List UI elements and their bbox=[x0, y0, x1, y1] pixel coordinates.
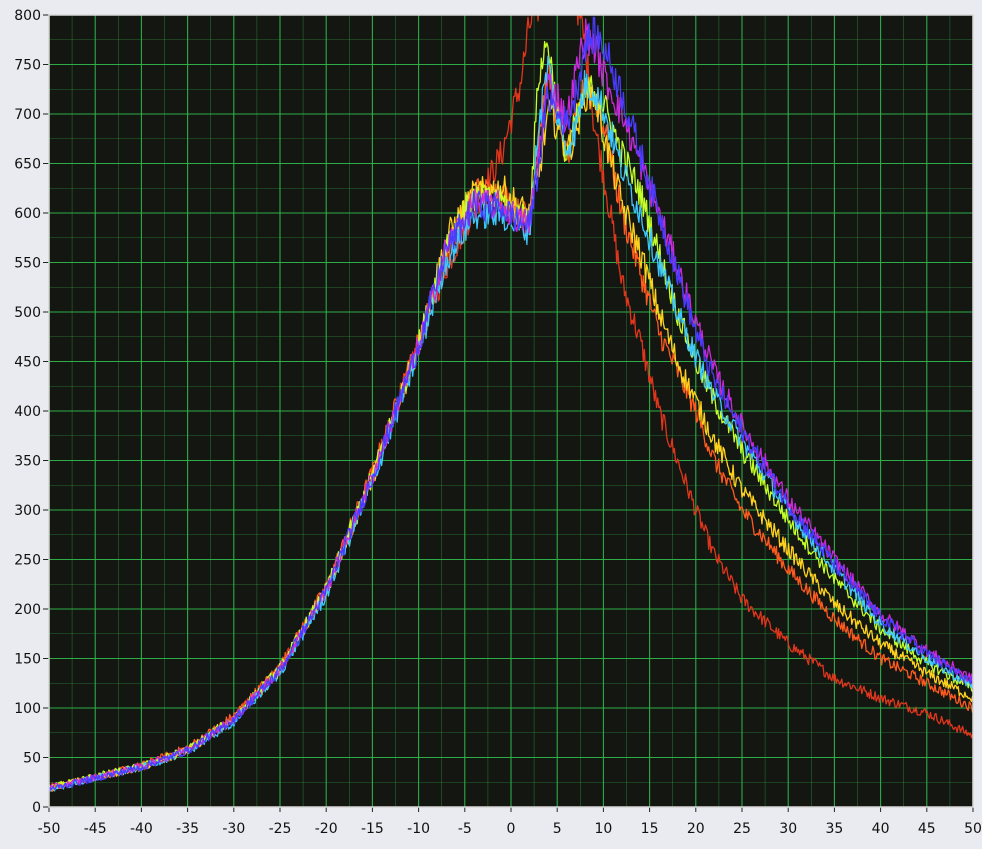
y-tick-label: 650 bbox=[14, 157, 41, 173]
line-chart: -50 -45 -40 -35 -30 -25 -20 -15 -10 -5 0 5 10 15 20 25 3… bbox=[14, 8, 982, 837]
x-tick-label: 45 bbox=[918, 821, 936, 837]
x-tick-label: -10 bbox=[407, 821, 430, 837]
y-tick-label: 350 bbox=[14, 454, 41, 470]
x-tick-label: -50 bbox=[38, 821, 61, 837]
y-tick-label: 50 bbox=[23, 751, 41, 767]
x-tick-label: 5 bbox=[553, 821, 562, 837]
y-tick-label: 450 bbox=[14, 355, 41, 371]
x-tick-label: -45 bbox=[84, 821, 107, 837]
chart: -50 -45 -40 -35 -30 -25 -20 -15 -10 -5 0 5 10 15 20 25 3… bbox=[0, 0, 982, 845]
y-tick-label: 150 bbox=[14, 652, 41, 668]
x-tick-label: 50 bbox=[964, 821, 982, 837]
x-tick-label: 10 bbox=[594, 821, 612, 837]
y-tick-label: 750 bbox=[14, 58, 41, 74]
y-axis: 0 50 100 150 200 250 300 350 400 450 500 550 600 650 7… bbox=[14, 8, 49, 816]
x-tick-label: 40 bbox=[872, 821, 890, 837]
y-tick-label: 100 bbox=[14, 701, 41, 717]
x-tick-label: -40 bbox=[130, 821, 153, 837]
y-tick-label: 200 bbox=[14, 602, 41, 618]
y-tick-label: 800 bbox=[14, 8, 41, 24]
x-tick-label: -25 bbox=[269, 821, 292, 837]
y-tick-label: 300 bbox=[14, 503, 41, 519]
y-tick-label: 500 bbox=[14, 305, 41, 321]
y-tick-label: 250 bbox=[14, 553, 41, 569]
y-tick-label: 0 bbox=[32, 800, 41, 816]
x-tick-label: -35 bbox=[176, 821, 199, 837]
y-tick-label: 550 bbox=[14, 256, 41, 272]
y-tick-label: 700 bbox=[14, 107, 41, 123]
x-tick-label: -5 bbox=[458, 821, 472, 837]
x-tick-label: 25 bbox=[733, 821, 751, 837]
x-tick-label: 15 bbox=[641, 821, 659, 837]
x-tick-label: 0 bbox=[507, 821, 516, 837]
x-tick-label: -30 bbox=[222, 821, 245, 837]
x-tick-label: 35 bbox=[825, 821, 843, 837]
y-tick-label: 600 bbox=[14, 206, 41, 222]
x-tick-label: 20 bbox=[687, 821, 705, 837]
x-tick-label: 30 bbox=[779, 821, 797, 837]
x-axis: -50 -45 -40 -35 -30 -25 -20 -15 -10 -5 0 5 10 15 20 25 3… bbox=[38, 807, 982, 837]
y-tick-label: 400 bbox=[14, 404, 41, 420]
x-tick-label: -15 bbox=[361, 821, 384, 837]
x-tick-label: -20 bbox=[315, 821, 338, 837]
